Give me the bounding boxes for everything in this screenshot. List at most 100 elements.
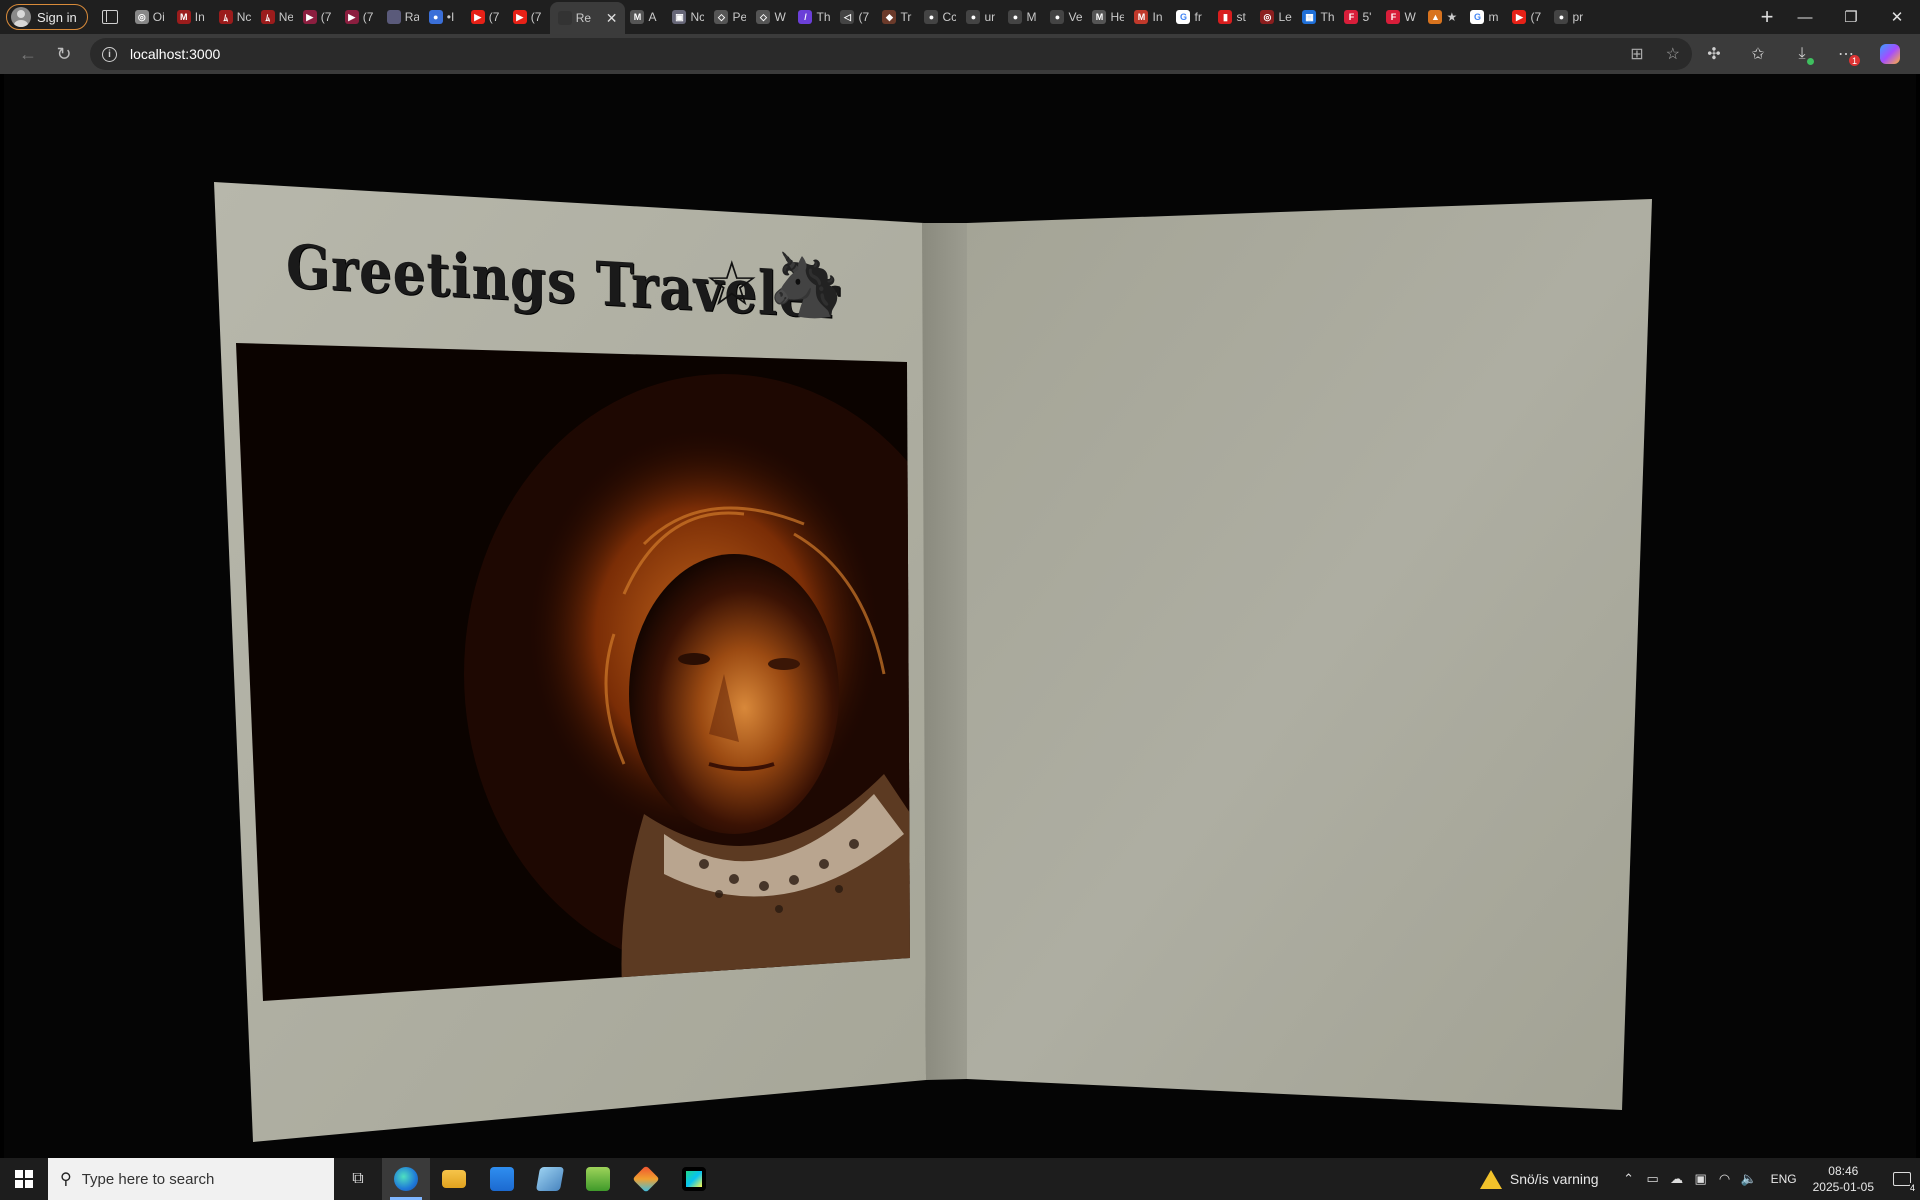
browser-tab[interactable]: ◎ Le (1255, 3, 1297, 31)
minimize-button[interactable]: — (1782, 0, 1828, 34)
spreadsheet-app-icon[interactable] (574, 1158, 622, 1200)
close-tab-icon[interactable]: ✕ (606, 10, 618, 27)
browser-tab[interactable]: ▶ (7 (508, 3, 550, 31)
browser-tab[interactable]: ● Ve (1045, 3, 1087, 31)
webstorm-icon[interactable] (670, 1158, 718, 1200)
tab-favicon-icon: ▶ (470, 10, 485, 24)
volume-icon[interactable]: 🔈 (1737, 1171, 1761, 1187)
browser-tab[interactable]: ▦ Th (1297, 3, 1339, 31)
app-available-icon[interactable]: ⊞ (1630, 44, 1643, 64)
weather-text: Snö/is varning (1509, 1171, 1599, 1187)
browser-tab[interactable]: ▶ (7 (1507, 3, 1549, 31)
tab-title: Th (816, 10, 831, 24)
tab-title: st (1236, 10, 1246, 24)
browser-tab[interactable]: ● ur (961, 3, 1003, 31)
browser-tab[interactable]: Gm (1465, 3, 1507, 31)
tab-favicon-icon: ◎ (134, 10, 149, 24)
browser-tab[interactable]: ﾑ Ne (256, 3, 298, 31)
browser-tab[interactable]: ● •I (424, 3, 466, 31)
search-icon: ⚲ (60, 1171, 72, 1188)
tab-favicon-icon: ▶ (512, 10, 527, 24)
settings-more-icon[interactable]: ⋯ 1 (1824, 38, 1868, 70)
url-text[interactable]: localhost:3000 (130, 46, 1608, 62)
downloads-icon[interactable]: ⤓ (1780, 38, 1824, 70)
extensions-icon[interactable]: ✣ (1692, 38, 1736, 70)
start-button[interactable] (0, 1158, 48, 1200)
browser-tab[interactable]: ▶ (7 (340, 3, 382, 31)
task-view-button[interactable]: ⧉ (334, 1158, 382, 1200)
browser-tab[interactable]: Ra (382, 3, 424, 31)
browser-tab[interactable]: ▣ Nc (667, 3, 709, 31)
tab-favicon-icon: G (1470, 10, 1485, 24)
browser-tab[interactable]: ◎ Oi (130, 3, 172, 31)
address-bar[interactable]: i localhost:3000 ⊞ ☆ (90, 38, 1692, 70)
favorite-star-icon[interactable]: ☆ (1666, 44, 1680, 64)
tab-favicon-icon: ● (924, 10, 939, 24)
tab-favicon-icon: ● (1050, 10, 1065, 24)
notification-count: 4 (1909, 1183, 1915, 1193)
store-icon[interactable] (478, 1158, 526, 1200)
tab-title: ★ (1446, 10, 1458, 24)
browser-tab[interactable]: ● Cc (919, 3, 961, 31)
browser-tab[interactable]: F 5' (1339, 3, 1381, 31)
notification-center-button[interactable]: 4 (1884, 1158, 1920, 1200)
tab-favicon-icon: ▦ (1302, 10, 1317, 24)
tab-actions-icon[interactable] (101, 10, 118, 24)
close-window-button[interactable]: ✕ (1874, 0, 1920, 34)
browser-tab[interactable]: Re ✕ (549, 2, 626, 34)
edge-app-icon[interactable] (382, 1158, 430, 1200)
browser-tab[interactable]: ◆ Tr (877, 3, 919, 31)
new-tab-button[interactable]: + (1752, 4, 1782, 30)
browser-tab[interactable]: ◇ W (751, 3, 793, 31)
tab-title: (7 (530, 10, 542, 24)
language-indicator[interactable]: ENG (1771, 1172, 1797, 1186)
browser-tab[interactable]: / Th (793, 3, 835, 31)
browser-tabstrip: Sign in ◎ Oi M In ﾑ Nc ﾑ Ne ▶ (7 ▶ (7 Ra ● •I ▶ (7 ▶ (7 Re ✕… (0, 0, 1920, 34)
browser-tab[interactable]: ▶ (7 (466, 3, 508, 31)
browser-tab[interactable]: ﾑ Nc (214, 3, 256, 31)
browser-tab[interactable]: ● M (1003, 3, 1045, 31)
browser-tab[interactable]: ◇ Pe (709, 3, 751, 31)
warning-icon (1479, 1169, 1502, 1189)
onedrive-icon[interactable]: ☁ (1665, 1171, 1689, 1187)
browser-tab[interactable]: M In (1129, 3, 1171, 31)
favorites-icon[interactable]: ✩ (1736, 38, 1780, 70)
file-explorer-icon[interactable] (430, 1158, 478, 1200)
browser-tab[interactable]: ▲ ★ (1423, 3, 1465, 31)
clock[interactable]: 08:46 2025-01-05 (1813, 1163, 1874, 1195)
tab-title: In (1152, 10, 1163, 24)
browser-tab[interactable]: M He (1087, 3, 1129, 31)
copilot-icon[interactable] (1868, 38, 1912, 70)
download-status-dot (1807, 58, 1814, 65)
meet-now-icon[interactable]: ▭ (1641, 1171, 1665, 1187)
tab-title: Ne (278, 10, 293, 24)
tab-favicon-icon: ﾑ (260, 10, 275, 24)
tab-title: W (774, 10, 786, 24)
more-badge: 1 (1849, 55, 1860, 66)
display-icon[interactable]: ▣ (1689, 1171, 1713, 1187)
site-info-icon[interactable]: i (102, 46, 117, 62)
wifi-icon[interactable]: ◠ (1713, 1171, 1737, 1187)
chevron-up-icon[interactable]: ⌃ (1617, 1171, 1641, 1187)
git-app-icon[interactable] (622, 1158, 670, 1200)
browser-tab[interactable]: M In (172, 3, 214, 31)
signin-button[interactable]: Sign in (6, 4, 88, 30)
browser-tab[interactable]: ◁ (7 (835, 3, 877, 31)
browser-tab[interactable]: ▶ (7 (298, 3, 340, 31)
browser-tab[interactable]: Gfr (1171, 3, 1213, 31)
back-button[interactable]: ← (10, 38, 46, 70)
browser-tab[interactable]: MA (625, 3, 667, 31)
taskbar-search[interactable]: ⚲ Type here to search (48, 1158, 334, 1200)
notes-app-icon[interactable] (526, 1158, 574, 1200)
browser-tab[interactable]: ● pr (1549, 3, 1591, 31)
refresh-button[interactable]: ↻ (46, 38, 82, 70)
restore-button[interactable]: ❐ (1828, 0, 1874, 34)
tab-favicon-icon: ◆ (882, 10, 897, 24)
tab-favicon-icon: M (176, 10, 191, 24)
browser-tab[interactable]: ▮ st (1213, 3, 1255, 31)
tab-title: (7 (320, 10, 332, 24)
weather-warning[interactable]: Snö/is varning (1479, 1169, 1599, 1189)
browser-tab[interactable]: FW (1381, 3, 1423, 31)
tab-favicon-icon: M (1092, 10, 1107, 24)
tab-favicon-icon: ▶ (302, 10, 317, 24)
